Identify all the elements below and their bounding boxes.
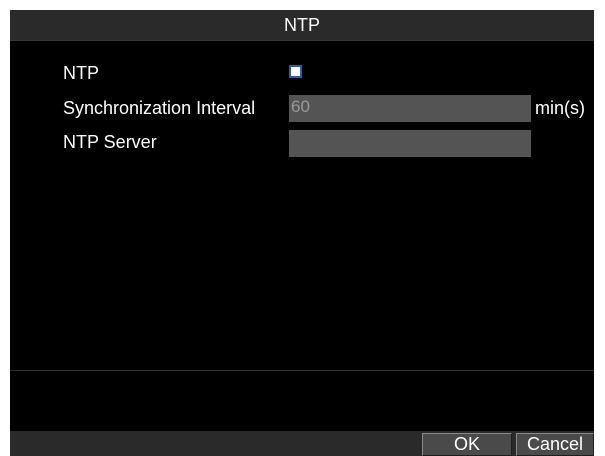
sync-interval-input[interactable]: 60 [289, 95, 531, 122]
divider [10, 370, 594, 371]
screen: NTP NTP Synchronization Interval 60 min(… [0, 0, 605, 456]
ok-button[interactable]: OK [422, 433, 512, 456]
ntp-server-input[interactable] [289, 130, 531, 157]
button-bar: OK Cancel [10, 431, 594, 456]
sync-interval-label: Synchronization Interval [63, 98, 256, 118]
interval-unit-label: min(s) [535, 98, 585, 118]
title-bar: NTP [10, 10, 594, 41]
ntp-dialog: NTP NTP Synchronization Interval 60 min(… [10, 10, 594, 456]
cancel-button[interactable]: Cancel [516, 433, 594, 456]
ntp-label: NTP [63, 63, 99, 83]
ntp-enable-checkbox[interactable] [289, 65, 302, 78]
dialog-title: NTP [284, 15, 320, 35]
ntp-server-label: NTP Server [63, 132, 157, 152]
sync-interval-value: 60 [291, 97, 310, 116]
